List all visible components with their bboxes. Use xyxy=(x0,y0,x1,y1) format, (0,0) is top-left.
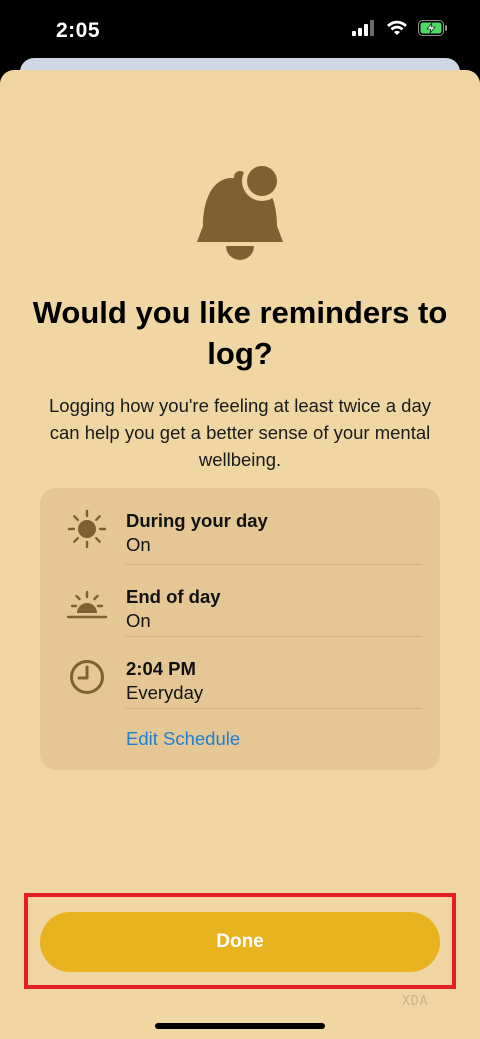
status-bar: 2:05 xyxy=(0,0,480,64)
page-subtitle: Logging how you're feeling at least twic… xyxy=(49,395,431,470)
battery-charging-icon xyxy=(418,20,447,36)
reminder-title: 2:04 PM xyxy=(126,658,196,679)
xda-watermark: XDA xyxy=(402,994,429,1009)
reminder-title: End of day xyxy=(126,586,221,607)
done-button[interactable]: Done xyxy=(40,912,440,972)
wifi-icon xyxy=(387,20,407,35)
sun-icon xyxy=(67,509,107,549)
home-indicator[interactable] xyxy=(155,1023,325,1029)
reminders-sheet: Would you like reminders to log? Logging… xyxy=(0,70,480,1039)
divider xyxy=(126,708,422,709)
reminder-row-end-of-day: End of day On xyxy=(40,564,440,636)
reminder-schedule-card: During your day On End of day On 2:04 PM… xyxy=(40,488,440,770)
status-time: 2:05 xyxy=(56,19,101,42)
edit-schedule-link[interactable]: Edit Schedule xyxy=(126,728,240,750)
status-icons xyxy=(352,20,448,36)
page-title: Would you like reminders to log? xyxy=(32,295,448,371)
bell-icon xyxy=(197,162,283,260)
reminder-value: Everyday xyxy=(126,682,204,703)
reminder-row-time: 2:04 PM Everyday xyxy=(40,636,440,708)
reminder-row-during-day: During your day On xyxy=(40,488,440,560)
sunset-icon xyxy=(66,590,108,619)
cellular-signal-icon xyxy=(352,20,374,36)
reminder-value: On xyxy=(126,610,151,631)
divider xyxy=(126,564,422,565)
reminder-title: During your day xyxy=(126,510,268,531)
clock-icon xyxy=(70,660,104,694)
reminder-value: On xyxy=(126,534,151,555)
